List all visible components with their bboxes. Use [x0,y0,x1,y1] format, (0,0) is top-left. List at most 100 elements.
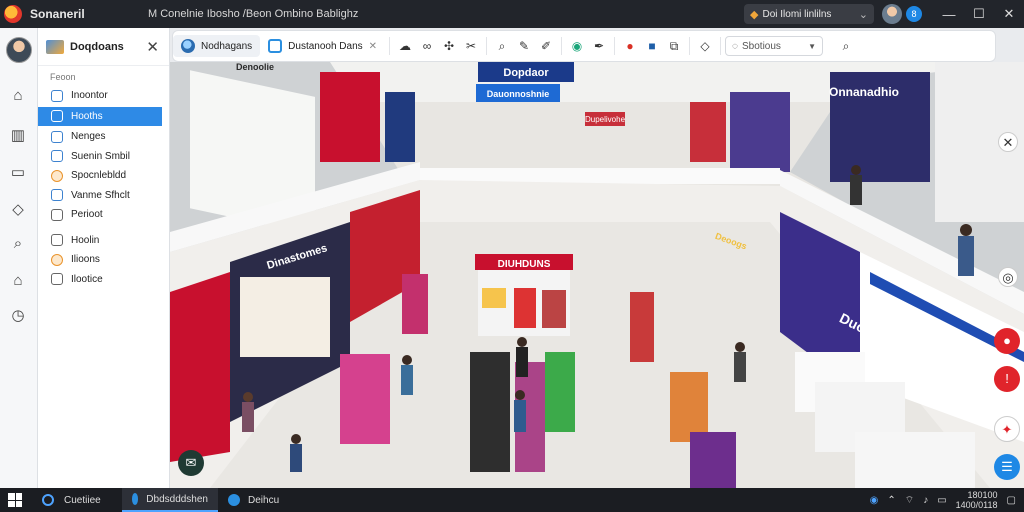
search-icon[interactable]: ⌕ [491,39,513,54]
chat-fab-button[interactable]: ✉ [178,450,204,476]
extension-icon: ◆ [750,8,759,21]
edit-icon[interactable]: ✎ [513,39,535,53]
tab-label: Nodhagans [201,40,253,52]
search-icon[interactable]: ⌕ [835,39,857,54]
brush-icon[interactable]: ✐ [535,39,557,53]
crop-icon[interactable]: ⧉ [663,39,685,54]
center-kiosk-sign: DIUHDUNS [498,259,551,270]
record-icon[interactable]: ● [619,39,641,53]
user-avatar[interactable] [882,4,902,24]
clock[interactable]: 180100 1400/0118 [956,490,998,510]
notifications-icon[interactable]: ▢ [1007,495,1016,506]
inbox-icon[interactable]: ▭ [8,163,28,183]
divider [486,37,488,55]
search-icon [42,494,54,506]
sidebar-item-perioot[interactable]: Perioot [38,205,169,225]
sidebar-item-label: Ilootice [71,273,103,285]
taskbar-app-dbdsdddshen[interactable]: Dbdsdddshen [122,488,218,512]
start-button[interactable] [8,493,22,507]
home-icon[interactable]: ⌂ [8,86,28,106]
history-icon[interactable]: ◷ [8,306,28,326]
scissors-icon[interactable]: ✂ [460,39,482,53]
banner-2: Dupelivohe [585,115,626,124]
hero-sign: Dopdaor [503,67,549,79]
battery-icon[interactable]: ▭ [937,495,946,506]
tag-icon[interactable]: ◇ [8,200,28,220]
sidebar-item-ilootice[interactable]: Ilootice [38,270,169,290]
taskbar-app-deihcu[interactable]: Deihcu [218,488,314,512]
shield-icon[interactable]: ◉ [566,39,588,53]
sidebar-item-inoontor[interactable]: Inoontor [38,86,169,106]
square-icon[interactable]: ■ [641,39,663,53]
globe-icon [181,39,195,53]
sidebar-item-label: Inoontor [71,90,108,102]
tab-dustanooh-dans[interactable]: Dustanooh Dans ✕ [260,35,385,57]
record-fab-button[interactable]: ● [994,328,1020,354]
puzzle-icon[interactable]: ✣ [438,39,460,53]
maximize-button[interactable]: ☐ [964,6,994,22]
minimize-button[interactable]: — [934,7,964,22]
divider [614,37,616,55]
right-store-sign: Onnanadhio [829,85,899,99]
sidebar-item-nenges[interactable]: Nenges [38,127,169,147]
chat-icon [51,150,63,163]
app-logo-icon [4,5,22,23]
volume-icon[interactable]: ♪ [923,495,928,506]
pen-icon[interactable]: ✒ [588,39,610,53]
sidebar-item-label: Hooths [71,110,103,122]
sidebar-item-hooths[interactable]: Hooths [38,106,162,126]
extension-dropdown[interactable]: ◆ Doi Ilomi linlilns ⌄ [744,4,874,24]
menu-bar[interactable]: M Conelnie Ibosho /Beon Ombino Bablighz [148,8,744,20]
taskbar: Cuetiiee Dbdsdddshen Deihcu ◉ ⌃ ⌔ ♪ ▭ 18… [0,488,1024,512]
close-overlay-button[interactable]: ✕ [998,132,1018,152]
diamond-icon[interactable]: ◇ [694,39,716,53]
sidebar-header: Doqdoans ✕ [38,28,169,66]
network-icon[interactable]: ◉ [870,495,879,506]
mall-photo: Dopdaor Dauonnoshnie Dupelivohe Denoolie… [170,62,1024,488]
divider [689,37,691,55]
sidebar-item-ilioons[interactable]: Ilioons [38,250,169,270]
profile-avatar[interactable] [5,37,32,63]
alert-fab-button[interactable]: ! [994,366,1020,392]
select-value: Sbotious [742,40,781,52]
wifi-icon[interactable]: ⌔ [905,494,914,507]
sidebar-item-vanme-sfhclt[interactable]: Vanme Sfhclt [38,186,169,206]
sidebar-title: Doqdoans [70,40,124,53]
extension-label: Doi Ilomi linlilns [762,8,832,20]
clock-date: 1400/0118 [955,500,998,510]
clock-time: 180100 [967,490,998,500]
search-icon[interactable]: ⌕ [8,234,28,254]
divider [561,37,563,55]
notification-badge[interactable]: 8 [906,6,922,22]
taskbar-app-label: Dbdsdddshen [146,493,208,505]
note-icon [51,273,63,286]
tab-nodhagans[interactable]: Nodhagans [173,35,261,57]
divider [389,37,391,55]
link-icon[interactable]: ∞ [416,39,438,53]
close-window-button[interactable]: ✕ [994,6,1024,22]
title-bar: Sonaneril M Conelnie Ibosho /Beon Ombino… [0,0,1024,28]
taskbar-search[interactable]: Cuetiiee [42,494,122,506]
sidebar-item-label: Perioot [71,209,103,221]
calendar-icon [51,189,63,202]
status-select[interactable]: ◌ Sbotious ▼ [725,36,824,56]
cloud-icon[interactable]: ☁ [394,39,416,53]
file-icon [51,208,63,221]
sidebar-item-spocnlebldd[interactable]: Spocnlebldd [38,166,169,186]
sidebar-close-button[interactable]: ✕ [146,38,159,56]
tab-close-button[interactable]: ✕ [369,41,377,52]
sidebar-item-label: Suenin Smbil [71,150,130,162]
message-fab-button[interactable]: ☰ [994,454,1020,480]
location-icon[interactable]: ◎ [998,267,1018,287]
browser-toolbar: Nodhagans Dustanooh Dans ✕ ☁ ∞ ✣ ✂ ⌕ ✎ ✐… [172,30,996,62]
building-icon[interactable]: ▥ [8,126,28,146]
caret-down-icon: ▼ [808,41,817,51]
chevron-up-icon[interactable]: ⌃ [887,495,895,506]
mall-illustration: Dopdaor Dauonnoshnie Dupelivohe Denoolie… [170,62,1024,488]
store-icon[interactable]: ⌂ [8,271,28,291]
sidebar-item-suenin-smbil[interactable]: Suenin Smbil [38,147,169,167]
sidebar-item-hoolin[interactable]: Hoolin [38,231,169,251]
gift-fab-button[interactable]: ✦ [994,416,1020,442]
sidebar-section-label: Feoon [50,72,76,82]
left-rail: ⌂ ▥ ▭ ◇ ⌕ ⌂ ◷ [0,28,38,488]
